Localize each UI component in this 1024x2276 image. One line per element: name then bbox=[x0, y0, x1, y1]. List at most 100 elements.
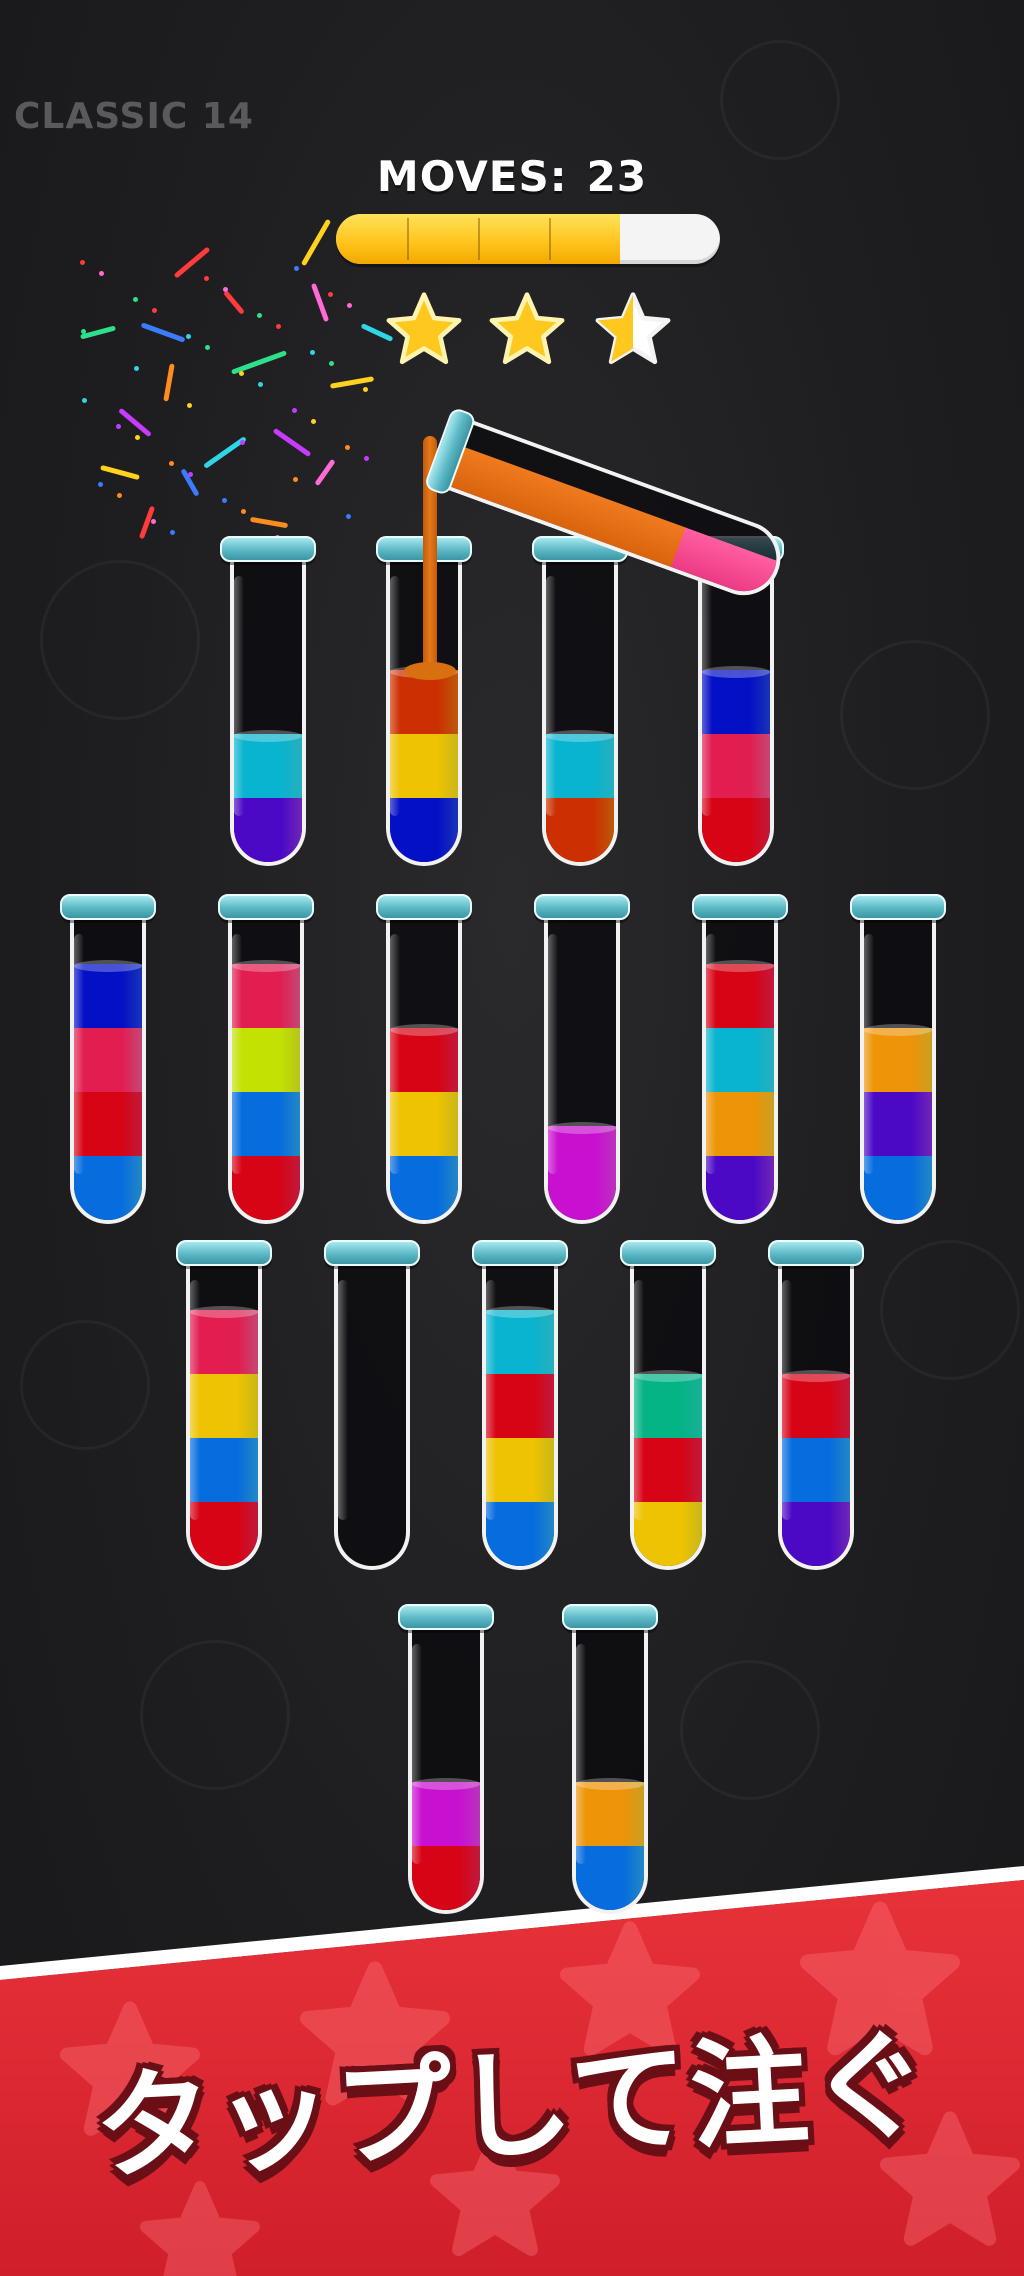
liquid-layer-pink bbox=[232, 964, 300, 1028]
test-tube[interactable] bbox=[324, 1240, 420, 1570]
pour-splash bbox=[404, 662, 456, 680]
background-shell-doodle bbox=[20, 1320, 150, 1450]
tube-lip bbox=[324, 1240, 420, 1266]
test-tube[interactable] bbox=[398, 1604, 494, 1914]
liquid-surface bbox=[190, 1306, 258, 1318]
pouring-liquid-layer bbox=[668, 527, 789, 606]
confetti-dot bbox=[311, 419, 316, 424]
liquid-layer-skyblue bbox=[782, 1438, 850, 1502]
confetti-dot bbox=[328, 292, 333, 297]
liquid-layer-gold bbox=[706, 1092, 774, 1156]
confetti-dot bbox=[258, 382, 263, 387]
test-tube[interactable] bbox=[176, 1240, 272, 1570]
confetti-dot bbox=[292, 408, 297, 413]
tube-shine bbox=[864, 934, 874, 1174]
tube-lip bbox=[620, 1240, 716, 1266]
test-tube[interactable] bbox=[620, 1240, 716, 1570]
liquid-surface bbox=[412, 1778, 480, 1790]
tube-lip bbox=[562, 1604, 658, 1630]
tube-shine bbox=[390, 576, 400, 816]
liquid-surface bbox=[864, 1024, 932, 1036]
test-tube[interactable] bbox=[220, 536, 316, 866]
liquid-surface bbox=[486, 1306, 554, 1318]
confetti-dot bbox=[241, 509, 246, 514]
background-shell-doodle bbox=[140, 1640, 290, 1790]
tube-shine bbox=[546, 576, 556, 816]
test-tube[interactable] bbox=[376, 894, 472, 1224]
tube-shine bbox=[74, 934, 84, 1174]
star-filled-icon bbox=[386, 292, 462, 365]
confetti-dot bbox=[345, 445, 350, 450]
confetti-dot bbox=[240, 440, 245, 445]
liquid-layer-lime bbox=[232, 1028, 300, 1092]
confetti-dot bbox=[310, 350, 315, 355]
confetti-dot bbox=[363, 387, 368, 392]
liquid-layer-blue bbox=[702, 670, 770, 734]
liquid-layer-cyan bbox=[234, 734, 302, 798]
liquid-layer-red bbox=[390, 1028, 458, 1092]
tube-lip bbox=[850, 894, 946, 920]
liquid-layer-red bbox=[74, 1092, 142, 1156]
confetti-dot bbox=[329, 361, 334, 366]
confetti-ribbon bbox=[100, 464, 140, 481]
liquid-layer-cyan bbox=[486, 1310, 554, 1374]
test-tube[interactable] bbox=[850, 894, 946, 1224]
liquid-layer-yellow bbox=[390, 734, 458, 798]
moves-label: MOVES: bbox=[376, 152, 568, 201]
confetti-dot bbox=[134, 366, 139, 371]
test-tube[interactable] bbox=[532, 536, 628, 866]
tube-shine bbox=[232, 934, 242, 1174]
liquid-layer-yellow bbox=[486, 1438, 554, 1502]
tube-shine bbox=[782, 1280, 792, 1520]
confetti-dot bbox=[169, 461, 174, 466]
liquid-layer-yellow bbox=[190, 1374, 258, 1438]
test-tube[interactable] bbox=[60, 894, 156, 1224]
confetti-dot bbox=[222, 498, 227, 503]
confetti-dot bbox=[98, 482, 103, 487]
liquid-layer-magenta bbox=[548, 1126, 616, 1220]
test-tube[interactable] bbox=[562, 1604, 658, 1914]
confetti-dot bbox=[80, 260, 85, 265]
test-tube[interactable] bbox=[218, 894, 314, 1224]
moves-counter: MOVES: 23 bbox=[0, 152, 1024, 201]
liquid-layer-pink bbox=[702, 734, 770, 798]
confetti-dot bbox=[170, 530, 175, 535]
liquid-layer-cyan bbox=[546, 734, 614, 798]
tube-lip bbox=[472, 1240, 568, 1266]
confetti-ribbon bbox=[249, 516, 289, 529]
liquid-layer-pink bbox=[190, 1310, 258, 1374]
tube-shine bbox=[338, 1280, 348, 1520]
tube-shine bbox=[190, 1280, 200, 1520]
liquid-layer-red bbox=[782, 1374, 850, 1438]
liquid-surface bbox=[390, 1024, 458, 1036]
test-tube[interactable] bbox=[534, 894, 630, 1224]
liquid-surface bbox=[234, 730, 302, 742]
confetti-dot bbox=[151, 519, 156, 524]
liquid-surface bbox=[546, 730, 614, 742]
confetti-dot bbox=[152, 308, 157, 313]
progress-tick bbox=[478, 218, 481, 260]
background-shell-doodle bbox=[720, 40, 840, 160]
tube-lip bbox=[218, 894, 314, 920]
tube-shine bbox=[702, 576, 712, 816]
liquid-surface bbox=[782, 1370, 850, 1382]
test-tube[interactable] bbox=[692, 894, 788, 1224]
tube-shine bbox=[486, 1280, 496, 1520]
confetti-dot bbox=[82, 398, 87, 403]
confetti-dot bbox=[99, 271, 104, 276]
test-tube[interactable] bbox=[472, 1240, 568, 1570]
liquid-layer-gold bbox=[576, 1782, 644, 1846]
confetti-dot bbox=[204, 276, 209, 281]
liquid-surface bbox=[634, 1370, 702, 1382]
tube-lip bbox=[176, 1240, 272, 1266]
progress-bar bbox=[336, 214, 720, 264]
test-tube[interactable] bbox=[768, 1240, 864, 1570]
tube-shine bbox=[390, 934, 400, 1174]
background-shell-doodle bbox=[680, 1660, 820, 1800]
confetti-ribbon bbox=[173, 246, 211, 279]
liquid-surface bbox=[232, 960, 300, 972]
liquid-layer-magenta bbox=[412, 1782, 480, 1846]
confetti-ribbon bbox=[118, 407, 152, 438]
confetti-dot bbox=[187, 403, 192, 408]
tube-shine bbox=[576, 1644, 586, 1864]
